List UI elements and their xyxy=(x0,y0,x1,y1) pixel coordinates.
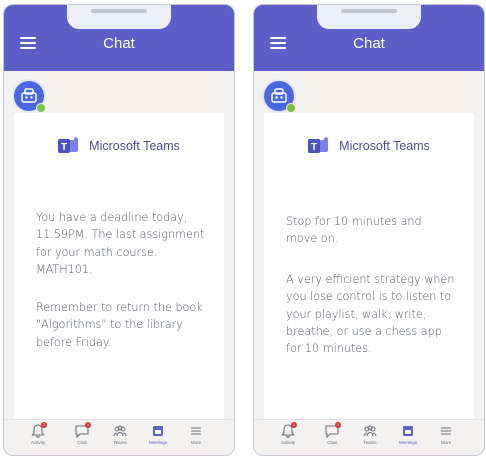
teams-logo-icon: T xyxy=(308,136,329,153)
brand: T Microsoft Teams xyxy=(264,135,474,155)
svg-text:T: T xyxy=(61,142,67,153)
tab-meetings[interactable]: Meetings xyxy=(388,424,428,445)
notification-badge: 1 xyxy=(85,422,91,428)
message-card: T Microsoft Teams You have a deadline to… xyxy=(14,113,224,423)
tab-chat[interactable]: 1 Chat xyxy=(312,422,352,445)
tab-activity[interactable]: 1 Activity xyxy=(18,422,58,445)
phone-screen-left: Chat T Microsoft Teams You have a deadli… xyxy=(3,4,235,456)
header-title: Chat xyxy=(103,35,135,52)
teams-icon xyxy=(363,425,377,437)
more-icon xyxy=(191,427,201,435)
notification-badge: 1 xyxy=(41,422,47,428)
message-paragraph: Stop for 10 minutes and move on. xyxy=(286,215,422,246)
brand-name: Microsoft Teams xyxy=(339,138,430,153)
app-header: Chat xyxy=(4,5,234,71)
tab-chat[interactable]: 1 Chat xyxy=(62,422,102,445)
notification-badge: 1 xyxy=(335,422,341,428)
phone-notch xyxy=(317,5,421,29)
tab-bar: 1 Activity 1 Chat Teams Meetings More xyxy=(254,419,484,455)
message-card: T Microsoft Teams Stop for 10 minutes an… xyxy=(264,113,474,423)
message-paragraph: You have a deadline today, 11.59PM. The … xyxy=(36,211,205,277)
tab-activity[interactable]: 1 Activity xyxy=(268,422,308,445)
message-paragraph: Remember to return the book "Algorithms"… xyxy=(36,301,203,349)
notification-badge: 1 xyxy=(291,422,297,428)
phone-screen-right: Chat T Microsoft Teams Stop for 10 minut… xyxy=(253,4,485,456)
tab-more[interactable]: More xyxy=(426,424,466,445)
brand-name: Microsoft Teams xyxy=(89,138,180,153)
app-header: Chat xyxy=(254,5,484,71)
tab-teams[interactable]: Teams xyxy=(350,424,390,445)
tab-teams[interactable]: Teams xyxy=(100,424,140,445)
teams-logo-icon: T xyxy=(58,136,79,153)
tab-meetings[interactable]: Meetings xyxy=(138,424,178,445)
brand: T Microsoft Teams xyxy=(14,135,224,155)
tab-more[interactable]: More xyxy=(176,424,216,445)
calendar-icon xyxy=(153,426,163,436)
message-paragraph: A very efficient strategy when you lose … xyxy=(286,273,455,356)
svg-text:T: T xyxy=(311,142,317,153)
presence-indicator xyxy=(286,103,296,113)
tab-bar: 1 Activity 1 Chat Teams Meetings More xyxy=(4,419,234,455)
header-title: Chat xyxy=(353,35,385,52)
presence-indicator xyxy=(36,103,46,113)
phone-notch xyxy=(67,5,171,29)
more-icon xyxy=(441,427,451,435)
calendar-icon xyxy=(403,426,413,436)
teams-icon xyxy=(113,425,127,437)
